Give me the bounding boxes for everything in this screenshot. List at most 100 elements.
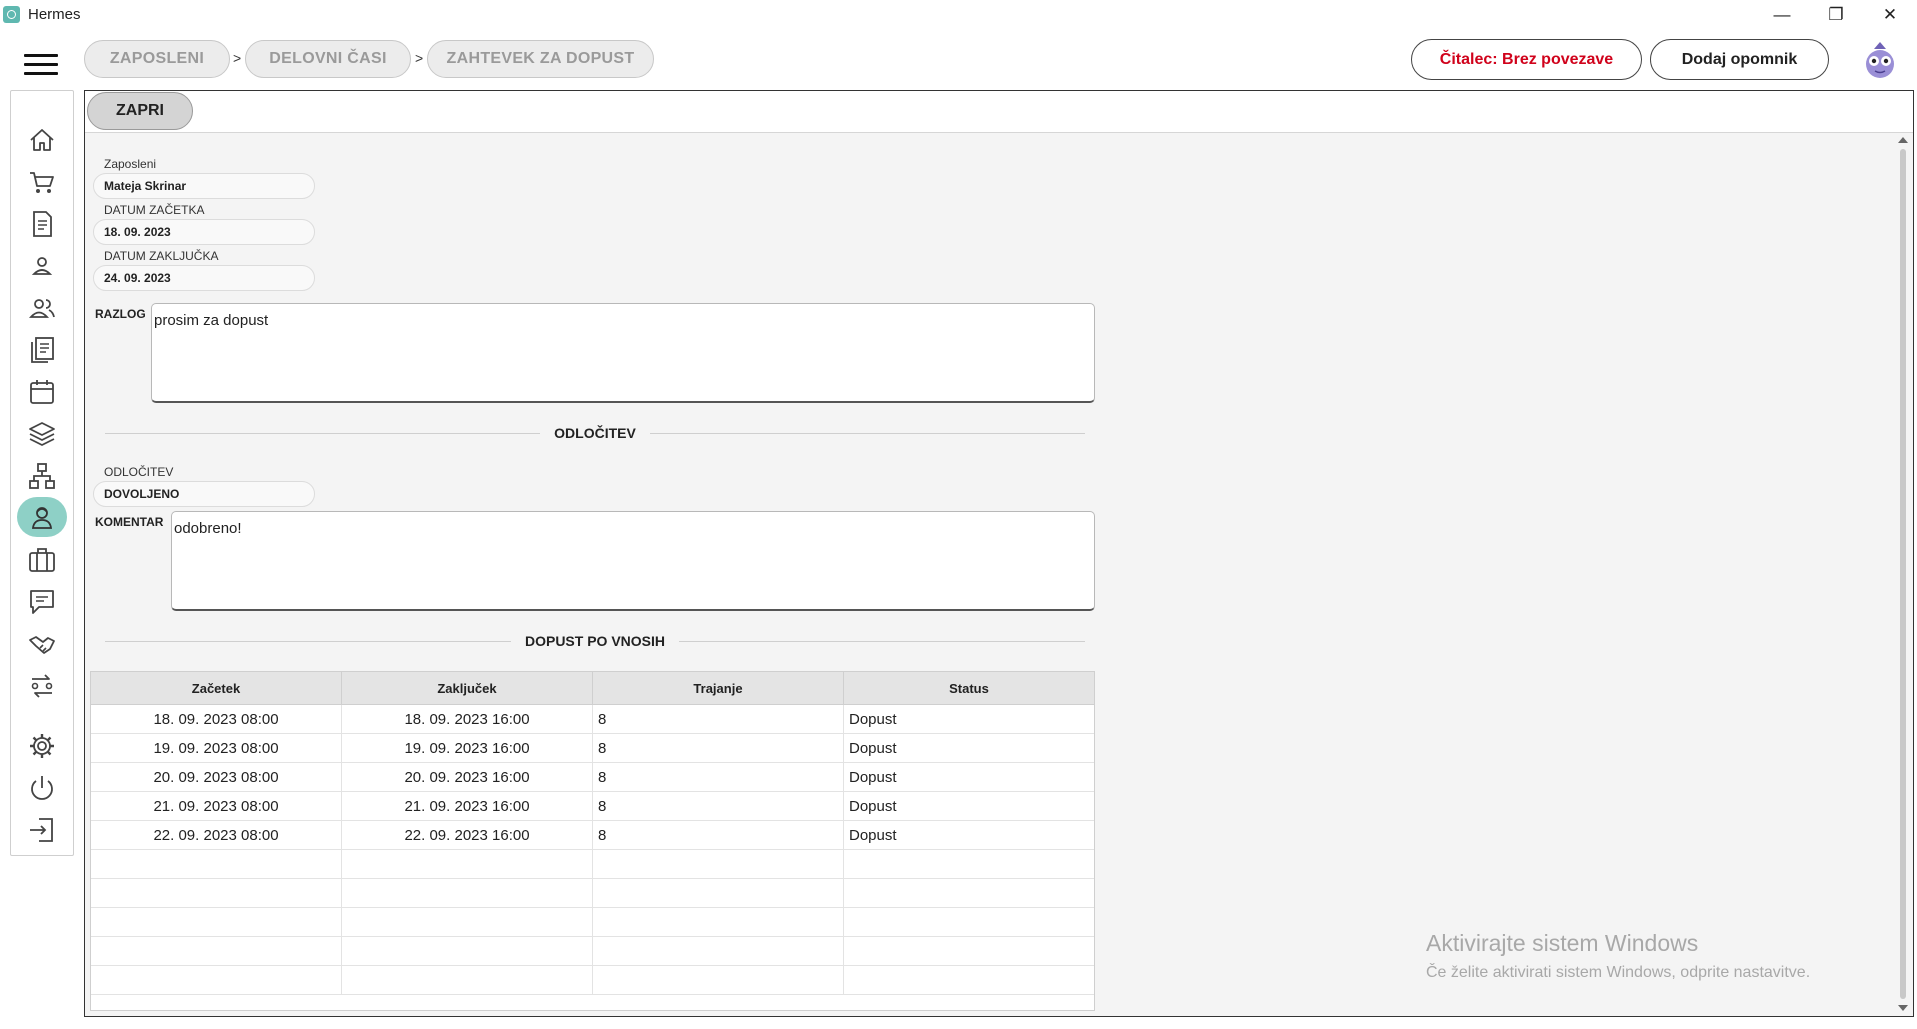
start-date-label: DATUM ZAČETKA	[104, 203, 205, 217]
sidebar	[10, 90, 74, 856]
end-date-field[interactable]: 24. 09. 2023	[93, 265, 315, 291]
nav-employee[interactable]	[17, 497, 67, 537]
table-row[interactable]: 22. 09. 2023 08:00 22. 09. 2023 16:00 8 Dop…	[91, 821, 1094, 850]
table-row	[91, 850, 1094, 879]
table-cell: 22. 09. 2023 08:00	[91, 821, 342, 850]
reason-textarea[interactable]: prosim za dopust	[151, 303, 1095, 403]
nav-power[interactable]	[16, 769, 68, 807]
nav-users[interactable]	[16, 289, 68, 327]
table-row[interactable]: 20. 09. 2023 08:00 20. 09. 2023 16:00 8 Dop…	[91, 763, 1094, 792]
end-date-label: DATUM ZAKLJUČKA	[104, 249, 219, 263]
nav-home[interactable]	[16, 121, 68, 159]
handshake-icon	[29, 636, 55, 654]
table-cell	[91, 908, 342, 937]
table-row[interactable]: 21. 09. 2023 08:00 21. 09. 2023 16:00 8 Dop…	[91, 792, 1094, 821]
nav-hierarchy[interactable]	[16, 457, 68, 495]
table-cell: 8	[593, 821, 844, 850]
briefcase-icon	[29, 548, 55, 572]
table-cell: Dopust	[849, 798, 897, 815]
scroll-up-icon[interactable]	[1898, 137, 1908, 143]
table-cell	[342, 937, 593, 966]
column-header-start[interactable]: Začetek	[91, 672, 342, 705]
table-cell: 21. 09. 2023 16:00	[342, 792, 593, 821]
column-header-status[interactable]: Status	[844, 672, 1094, 705]
menu-icon[interactable]	[24, 52, 58, 78]
leave-entries-table: Začetek Zaključek Trajanje Status 18. 09…	[90, 671, 1095, 1011]
table-cell: Dopust	[849, 827, 897, 844]
home-icon	[30, 129, 54, 151]
table-cell	[593, 879, 844, 908]
table-row	[91, 937, 1094, 966]
table-cell	[91, 879, 342, 908]
transfer-icon	[31, 674, 53, 698]
nav-documents[interactable]	[16, 205, 68, 243]
breadcrumb-delovni-casi[interactable]: DELOVNI ČASI	[245, 40, 411, 78]
table-cell	[91, 937, 342, 966]
settings-icon	[30, 734, 54, 758]
decision-section-title: ODLOČITEV	[554, 425, 636, 441]
chat-icon	[30, 590, 54, 614]
scrollbar-track[interactable]	[1900, 149, 1906, 999]
close-panel-button[interactable]: ZAPRI	[87, 92, 193, 130]
employee-label: Zaposleni	[104, 157, 157, 171]
avatar-mascot-icon[interactable]	[1862, 40, 1898, 80]
app-logo-icon	[3, 6, 20, 23]
table-cell	[342, 850, 593, 879]
nav-articles[interactable]	[16, 331, 68, 369]
table-cell: 18. 09. 2023 16:00	[342, 705, 593, 734]
employee-field[interactable]: Mateja Skrinar	[93, 173, 315, 199]
table-cell: 22. 09. 2023 16:00	[342, 821, 593, 850]
decision-field[interactable]: DOVOLJENO	[93, 481, 315, 507]
add-reminder-button[interactable]: Dodaj opomnik	[1650, 39, 1829, 80]
table-cell	[844, 908, 1094, 937]
user-icon	[31, 257, 53, 275]
nav-messages[interactable]	[16, 583, 68, 621]
column-header-end[interactable]: Zaključek	[342, 672, 593, 705]
table-cell: Dopust	[849, 711, 897, 728]
nav-calendar[interactable]	[16, 373, 68, 411]
table-cell	[342, 908, 593, 937]
table-row	[91, 966, 1094, 995]
restore-button[interactable]: ❐	[1809, 0, 1863, 30]
table-cell: Dopust	[849, 769, 897, 786]
column-header-duration[interactable]: Trajanje	[593, 672, 844, 705]
power-icon	[31, 776, 53, 800]
nav-briefcase[interactable]	[16, 541, 68, 579]
breadcrumb-zaposleni[interactable]: ZAPOSLENI	[84, 40, 230, 78]
table-row[interactable]: 18. 09. 2023 08:00 18. 09. 2023 16:00 8 Dop…	[91, 705, 1094, 734]
minimize-button[interactable]: —	[1755, 0, 1809, 30]
nav-settings[interactable]	[16, 727, 68, 765]
table-cell: 8	[593, 792, 844, 821]
breadcrumb-separator: >	[233, 50, 242, 66]
table-cell	[593, 908, 844, 937]
close-window-button[interactable]: ✕	[1863, 0, 1917, 30]
table-header: Začetek Zaključek Trajanje Status	[91, 672, 1094, 705]
nav-shop[interactable]	[16, 163, 68, 201]
vertical-scrollbar[interactable]	[1895, 135, 1911, 1013]
table-cell: 8	[593, 705, 844, 734]
window-title: Hermes	[28, 6, 81, 23]
panel-toolbar: ZAPRI	[85, 91, 1913, 133]
table-row[interactable]: 19. 09. 2023 08:00 19. 09. 2023 16:00 8 Dop…	[91, 734, 1094, 763]
nav-user[interactable]	[16, 247, 68, 285]
table-cell	[342, 879, 593, 908]
calendar-icon	[30, 380, 54, 404]
table-cell: 8	[593, 734, 844, 763]
table-cell	[91, 966, 342, 995]
breadcrumb-zahtevek-za-dopust[interactable]: ZAHTEVEK ZA DOPUST	[427, 40, 654, 78]
nav-layers[interactable]	[16, 415, 68, 453]
table-cell	[593, 937, 844, 966]
reader-status-button[interactable]: Čitalec: Brez povezave	[1411, 39, 1642, 80]
start-date-field[interactable]: 18. 09. 2023	[93, 219, 315, 245]
scroll-down-icon[interactable]	[1898, 1005, 1908, 1011]
table-body: 18. 09. 2023 08:00 18. 09. 2023 16:00 8 Dop…	[91, 705, 1094, 995]
nav-partners[interactable]	[16, 625, 68, 663]
nav-transfers[interactable]	[16, 667, 68, 705]
table-cell	[593, 966, 844, 995]
nav-logout[interactable]	[16, 811, 68, 849]
table-cell	[844, 966, 1094, 995]
table-cell	[844, 879, 1094, 908]
table-cell	[342, 966, 593, 995]
comment-textarea[interactable]: odobreno!	[171, 511, 1095, 611]
table-cell: 19. 09. 2023 16:00	[342, 734, 593, 763]
